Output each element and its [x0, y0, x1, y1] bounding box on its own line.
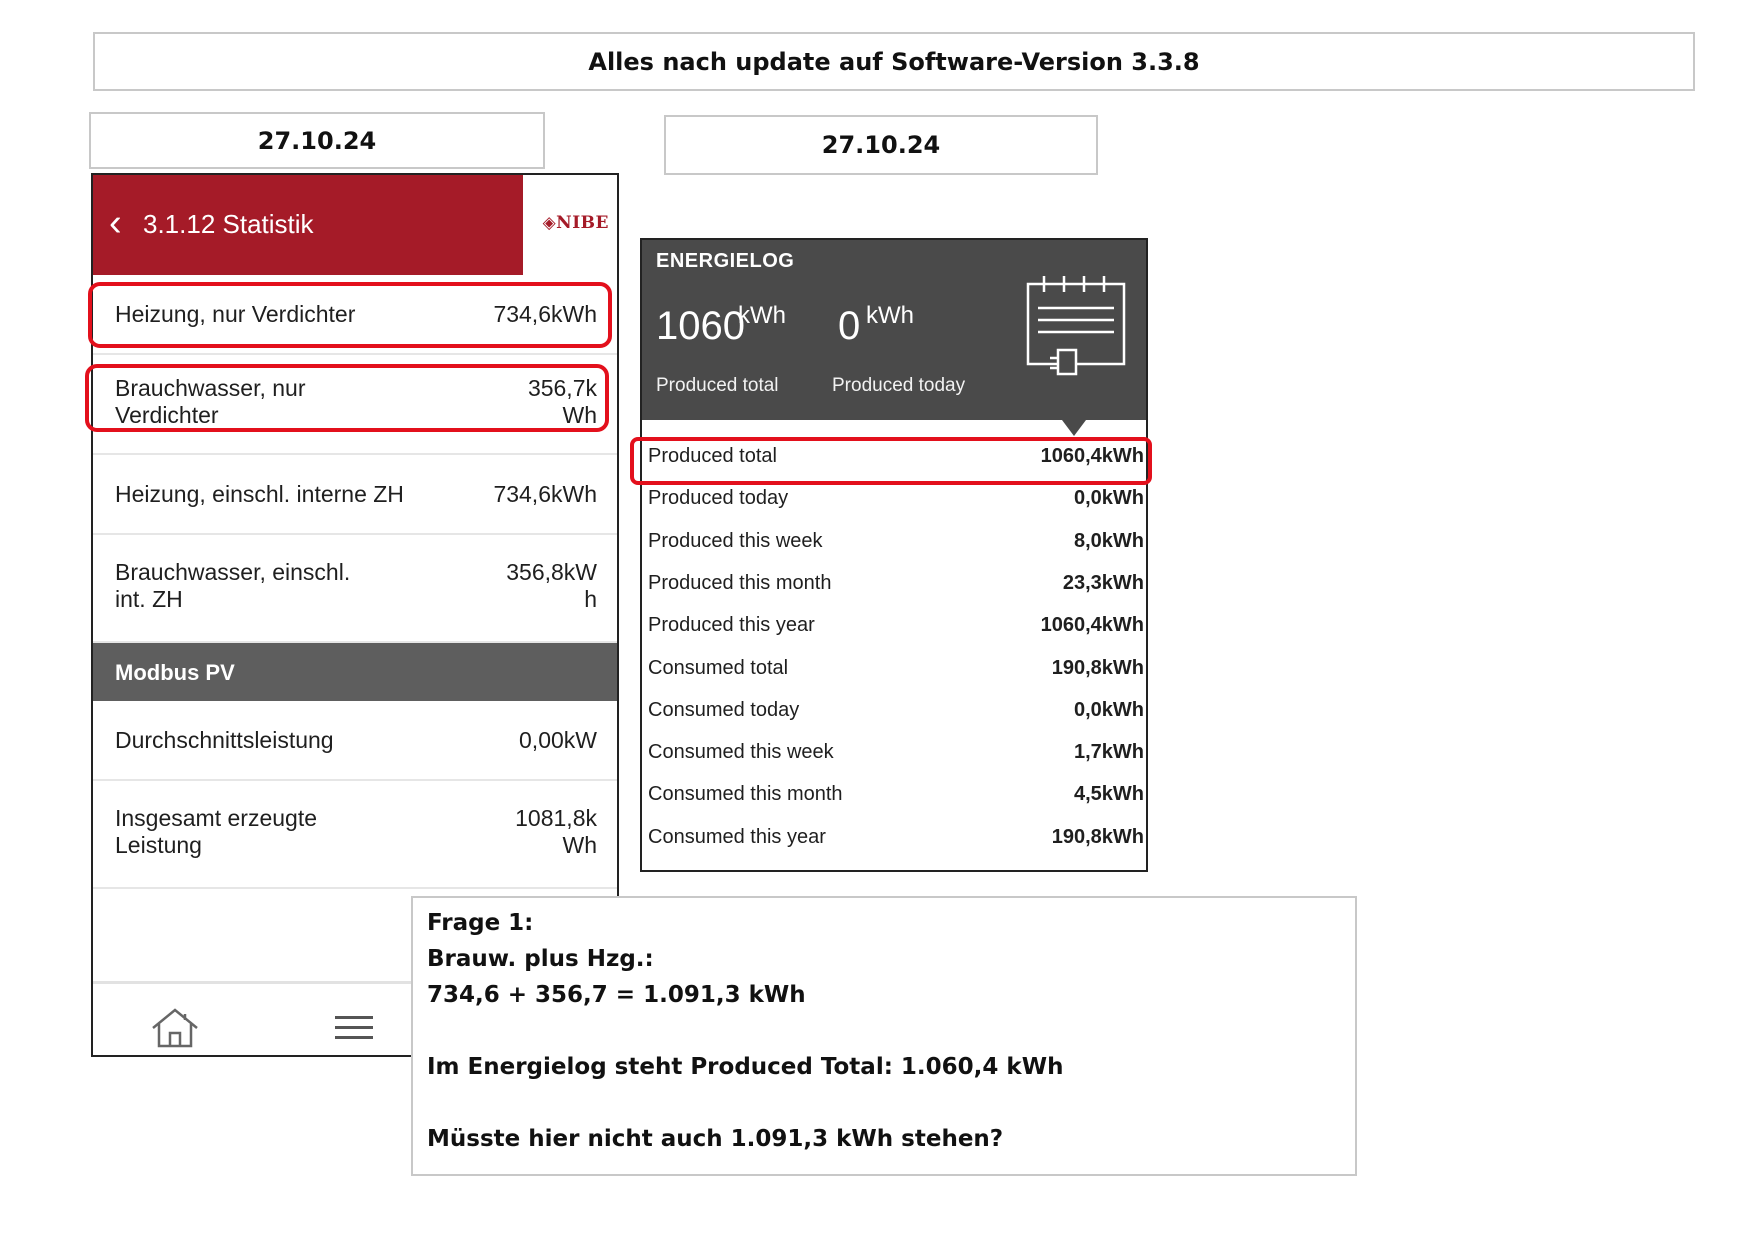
logo-area: ◈NIBE — [523, 175, 617, 275]
energielog-row-value: 190,8kWh — [1051, 656, 1144, 679]
energielog-row-value: 8,0kWh — [1073, 529, 1144, 552]
energielog-row-value: 1060,4kWh — [1040, 614, 1144, 637]
energielog-row-value: 190,8kWh — [1051, 825, 1144, 848]
energielog-row[interactable]: Consumed this week 1,7kWh — [642, 732, 1146, 774]
row-label: int. ZH — [115, 586, 183, 612]
energielog-row-label: Consumed this week — [648, 741, 834, 764]
question-heading: Frage 1: — [427, 910, 534, 936]
date-right: 27.10.24 — [821, 131, 941, 159]
row-value: h — [584, 586, 597, 612]
stat-row-heizung-interne-zh[interactable]: Heizung, einschl. interne ZH 734,6kWh — [93, 455, 617, 535]
energielog-row[interactable]: Consumed this month 4,5kWh — [642, 774, 1146, 816]
question-box: Frage 1: Brauw. plus Hzg.: 734,6 + 356,7… — [411, 896, 1357, 1176]
stat-row-brauchwasser-int-zh[interactable]: Brauchwasser, einschl. int. ZH 356,8kW h — [93, 535, 617, 643]
produced-total-caption: Produced total — [656, 375, 779, 396]
produced-total-big: 1060 — [656, 304, 745, 348]
question-ask: Müsste hier nicht auch 1.091,3 kWh stehe… — [427, 1126, 1004, 1152]
row-label: Brauchwasser, einschl. — [115, 559, 351, 585]
energielog-row[interactable]: Consumed today 0,0kWh — [642, 690, 1146, 732]
energielog-row-label: Produced today — [648, 487, 789, 510]
energielog-row-label: Consumed total — [648, 656, 789, 679]
highlight-produced-total — [630, 437, 1152, 485]
energielog-row-label: Produced this week — [648, 529, 823, 552]
date-box-left: 27.10.24 — [89, 112, 545, 169]
energielog-row[interactable]: Produced this week 8,0kWh — [642, 521, 1146, 563]
row-label: Heizung, einschl. interne ZH — [115, 481, 404, 507]
chevron-left-icon[interactable]: ‹ — [109, 203, 122, 243]
produced-today-unit: kWh — [866, 302, 914, 329]
produced-total-unit: kWh — [738, 302, 786, 329]
energy-log-icon — [1026, 276, 1126, 376]
energielog-row-label: Produced this month — [648, 571, 832, 594]
stat-row-durchschnittsleistung[interactable]: Durchschnittsleistung 0,00kW — [93, 701, 617, 781]
header-caption: Alles nach update auf Software-Version 3… — [588, 47, 1200, 76]
question-line-2: Brauw. plus Hzg.: — [427, 946, 654, 972]
energielog-row-value: 23,3kWh — [1062, 571, 1144, 594]
energielog-title: ENERGIELOG — [656, 250, 795, 272]
energielog-row-value: 0,0kWh — [1073, 487, 1144, 510]
energielog-row-label: Consumed this month — [648, 783, 843, 806]
row-value: 1081,8k — [515, 805, 597, 831]
energielog-row-label: Consumed this year — [648, 825, 826, 848]
date-box-right: 27.10.24 — [664, 115, 1098, 175]
stat-row-insgesamt-erzeugt[interactable]: Insgesamt erzeugte Leistung 1081,8k Wh — [93, 781, 617, 889]
highlight-brauchwasser-verdichter — [85, 364, 609, 432]
row-value: Wh — [562, 832, 598, 858]
statistik-title: 3.1.12 Statistik — [143, 209, 314, 239]
row-label: Insgesamt erzeugte — [115, 805, 318, 831]
home-icon[interactable] — [149, 1006, 201, 1050]
energielog-row-value: 4,5kWh — [1073, 783, 1144, 806]
energielog-row[interactable]: Produced this month 23,3kWh — [642, 563, 1146, 605]
energielog-row-label: Produced this year — [648, 614, 815, 637]
statistik-header: ‹ 3.1.12 Statistik — [93, 175, 523, 275]
section-header-modbus-pv: Modbus PV — [93, 643, 617, 701]
energielog-row-value: 0,0kWh — [1073, 698, 1144, 721]
row-label: Durchschnittsleistung — [115, 727, 334, 753]
energielog-row[interactable]: Consumed this year 190,8kWh — [642, 817, 1146, 859]
question-energielog-note: Im Energielog steht Produced Total: 1.06… — [427, 1054, 1064, 1080]
energielog-row-label: Consumed today — [648, 698, 800, 721]
row-value: 0,00kW — [519, 727, 597, 753]
produced-today-caption: Produced today — [832, 375, 966, 396]
section-label: Modbus PV — [115, 660, 235, 685]
energielog-row-value: 1,7kWh — [1073, 741, 1144, 764]
pointer-arrow — [1062, 420, 1086, 436]
energielog-screen: ENERGIELOG 1060 kWh 0 kWh Produced total… — [640, 238, 1148, 872]
produced-today-big: 0 — [838, 304, 861, 348]
energielog-header: ENERGIELOG 1060 kWh 0 kWh Produced total… — [642, 240, 1146, 420]
date-left: 27.10.24 — [257, 126, 377, 155]
highlight-heizung-verdichter — [88, 282, 612, 348]
row-label: Leistung — [115, 832, 202, 858]
energielog-row[interactable]: Consumed total 190,8kWh — [642, 648, 1146, 690]
row-value: 356,8kW — [506, 559, 597, 585]
nibe-logo: ◈NIBE — [542, 213, 609, 233]
energielog-row[interactable]: Produced this year 1060,4kWh — [642, 605, 1146, 647]
row-value: 734,6kWh — [493, 481, 597, 507]
header-caption-box: Alles nach update auf Software-Version 3… — [93, 32, 1695, 91]
question-calculation: 734,6 + 356,7 = 1.091,3 kWh — [427, 982, 806, 1008]
hamburger-menu-icon[interactable] — [335, 1014, 373, 1042]
